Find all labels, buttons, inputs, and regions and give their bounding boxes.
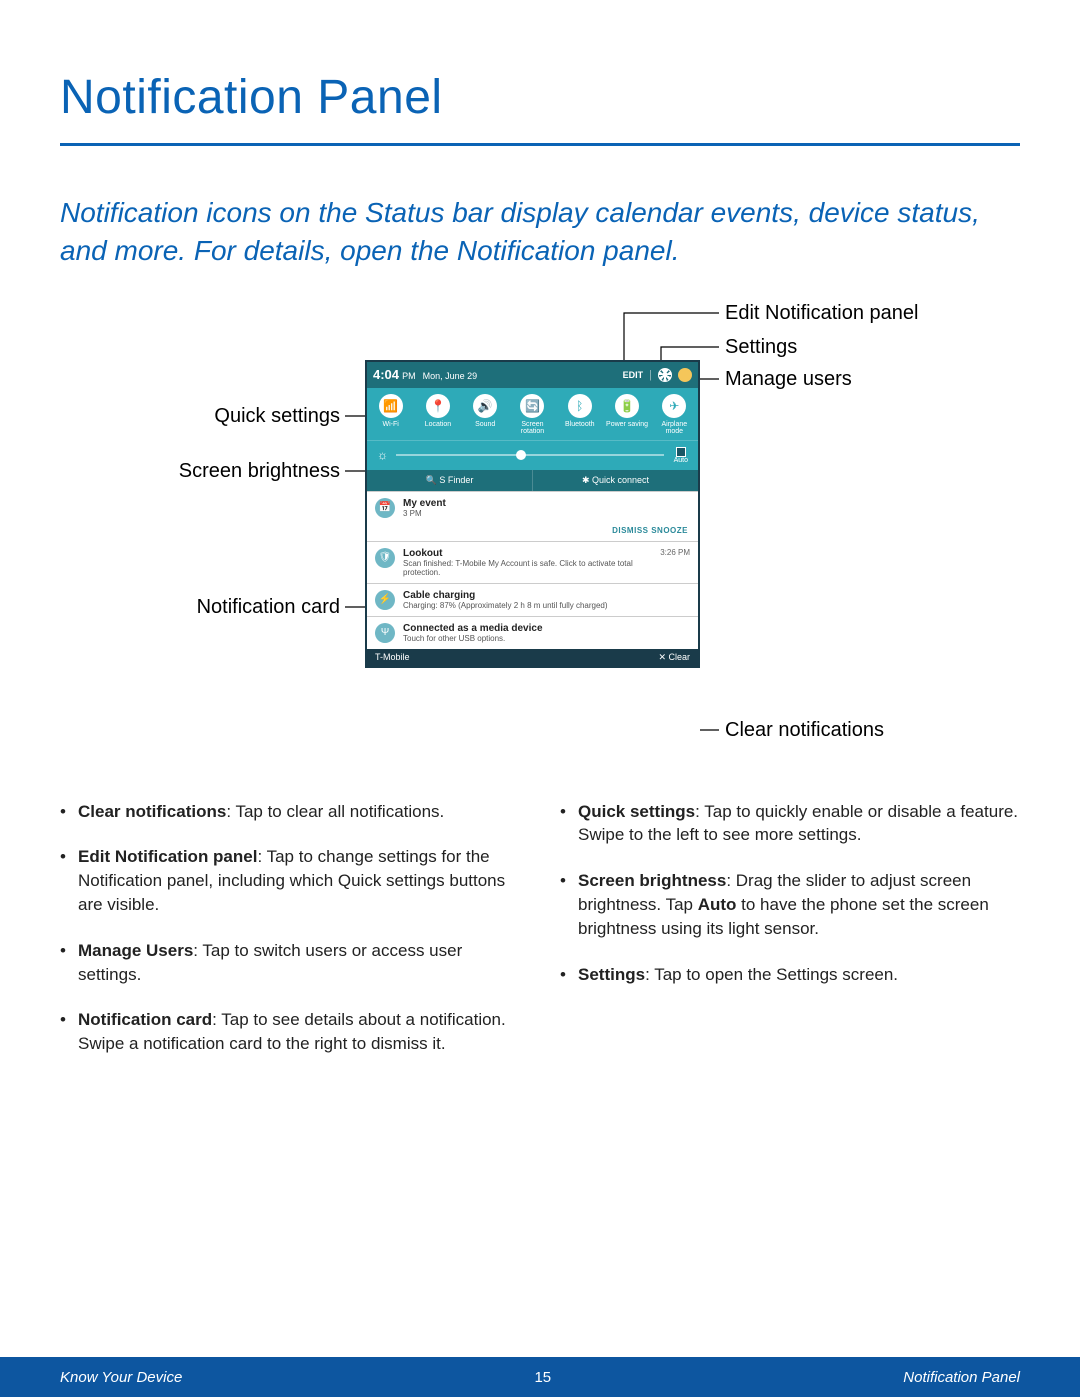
qs-label: Sound	[475, 421, 495, 429]
description-columns: Clear notifications: Tap to clear all no…	[60, 800, 1020, 1078]
brightness-slider[interactable]	[396, 454, 664, 456]
qs-icon: 🔋	[615, 394, 639, 418]
title-rule	[60, 143, 1020, 146]
qs-icon: 📍	[426, 394, 450, 418]
card-title: Lookout	[403, 548, 652, 559]
qs-icon: ᛒ	[568, 394, 592, 418]
divider: |	[649, 369, 652, 381]
footer-page: 15	[534, 1369, 551, 1386]
card-time: 3:26 PM	[660, 548, 690, 557]
bullet-item: Notification card: Tap to see details ab…	[60, 1008, 520, 1056]
notification-card[interactable]: ⚡ Cable chargingCharging: 87% (Approximat…	[367, 583, 698, 616]
footer-right: Notification Panel	[903, 1369, 1020, 1386]
card-icon: 📅	[375, 498, 395, 518]
quick-settings-row[interactable]: 📶 Wi-Fi 📍 Location 🔊 Sound 🔄 Screen rotation ᛒ Bl…	[367, 388, 698, 440]
qs-label: Power saving	[606, 421, 648, 429]
card-icon: 🛡	[375, 548, 395, 568]
status-date: Mon, June 29	[423, 371, 478, 381]
bullet-item: Screen brightness: Drag the slider to ad…	[560, 869, 1020, 940]
callout-screen-brightness: Screen brightness	[160, 460, 340, 483]
card-sub: 3 PM	[403, 509, 690, 518]
qs-label: Screen rotation	[510, 421, 554, 436]
callout-quick-settings: Quick settings	[200, 405, 340, 428]
quick-connect-button[interactable]: ✱ Quick connect	[533, 470, 698, 491]
card-icon: ⚡	[375, 590, 395, 610]
bullet-item: Settings: Tap to open the Settings scree…	[560, 963, 1020, 987]
bullet-item: Manage Users: Tap to switch users or acc…	[60, 939, 520, 987]
card-actions[interactable]: DISMISS SNOOZE	[367, 524, 698, 541]
clear-button[interactable]: ✕ Clear	[658, 652, 690, 663]
bullet-item: Quick settings: Tap to quickly enable or…	[560, 800, 1020, 848]
qs-item[interactable]: 🔋 Power saving	[605, 394, 649, 436]
qs-item[interactable]: ✈ Airplane mode	[652, 394, 696, 436]
card-title: Cable charging	[403, 590, 690, 601]
callout-clear-notifications: Clear notifications	[725, 719, 884, 742]
finder-row: 🔍 S Finder ✱ Quick connect	[367, 470, 698, 491]
callout-manage-users: Manage users	[725, 368, 852, 391]
status-time: 4:04	[373, 367, 399, 382]
qs-item[interactable]: 🔄 Screen rotation	[510, 394, 554, 436]
page-subtitle: Notification icons on the Status bar dis…	[60, 194, 1020, 270]
card-sub: Scan finished: T-Mobile My Account is sa…	[403, 559, 652, 577]
qs-icon: 🔄	[520, 394, 544, 418]
card-sub: Touch for other USB options.	[403, 634, 690, 643]
bullet-list-right: Quick settings: Tap to quickly enable or…	[560, 800, 1020, 987]
notification-card[interactable]: 🛡 LookoutScan finished: T-Mobile My Accou…	[367, 541, 698, 583]
card-title: My event	[403, 498, 690, 509]
brightness-icon: ☼	[377, 448, 388, 462]
gear-icon[interactable]	[658, 368, 672, 382]
qs-label: Bluetooth	[565, 421, 595, 429]
bottom-bar: T-Mobile ✕ Clear	[367, 649, 698, 666]
s-finder-button[interactable]: 🔍 S Finder	[367, 470, 533, 491]
qs-icon: 🔊	[473, 394, 497, 418]
diagram: Quick settings Screen brightness Notific…	[60, 310, 1020, 770]
callout-settings: Settings	[725, 336, 797, 359]
callout-edit-panel: Edit Notification panel	[725, 302, 918, 325]
bullet-item: Clear notifications: Tap to clear all no…	[60, 800, 520, 824]
card-icon: Ψ	[375, 623, 395, 643]
qs-label: Location	[425, 421, 451, 429]
footer-left: Know Your Device	[60, 1369, 182, 1386]
notification-card[interactable]: Ψ Connected as a media deviceTouch for ot…	[367, 616, 698, 649]
qs-label: Airplane mode	[652, 421, 696, 436]
qs-label: Wi-Fi	[382, 421, 398, 429]
callout-notification-card: Notification card	[180, 596, 340, 619]
brightness-row[interactable]: ☼ Auto	[367, 440, 698, 470]
qs-item[interactable]: 📍 Location	[416, 394, 460, 436]
avatar-icon[interactable]	[678, 368, 692, 382]
qs-icon: ✈	[662, 394, 686, 418]
qs-icon: 📶	[379, 394, 403, 418]
page-footer: Know Your Device 15 Notification Panel	[0, 1357, 1080, 1397]
status-ampm: PM	[402, 371, 416, 381]
bullet-item: Edit Notification panel: Tap to change s…	[60, 845, 520, 916]
qs-item[interactable]: ᛒ Bluetooth	[558, 394, 602, 436]
edit-button[interactable]: EDIT	[623, 370, 644, 380]
carrier-label: T-Mobile	[375, 652, 410, 663]
status-bar: 4:04 PM Mon, June 29 EDIT |	[367, 362, 698, 388]
qs-item[interactable]: 🔊 Sound	[463, 394, 507, 436]
bullet-list-left: Clear notifications: Tap to clear all no…	[60, 800, 520, 1056]
auto-brightness[interactable]: Auto	[674, 447, 688, 464]
page-title: Notification Panel	[60, 70, 1020, 125]
card-sub: Charging: 87% (Approximately 2 h 8 m unt…	[403, 601, 690, 610]
card-title: Connected as a media device	[403, 623, 690, 634]
notification-cards: 📅 My event3 PM DISMISS SNOOZE 🛡 LookoutScan …	[367, 491, 698, 649]
phone-screenshot: 4:04 PM Mon, June 29 EDIT | 📶 Wi-Fi 📍 Locat…	[365, 360, 700, 668]
notification-card[interactable]: 📅 My event3 PM	[367, 491, 698, 524]
qs-item[interactable]: 📶 Wi-Fi	[369, 394, 413, 436]
